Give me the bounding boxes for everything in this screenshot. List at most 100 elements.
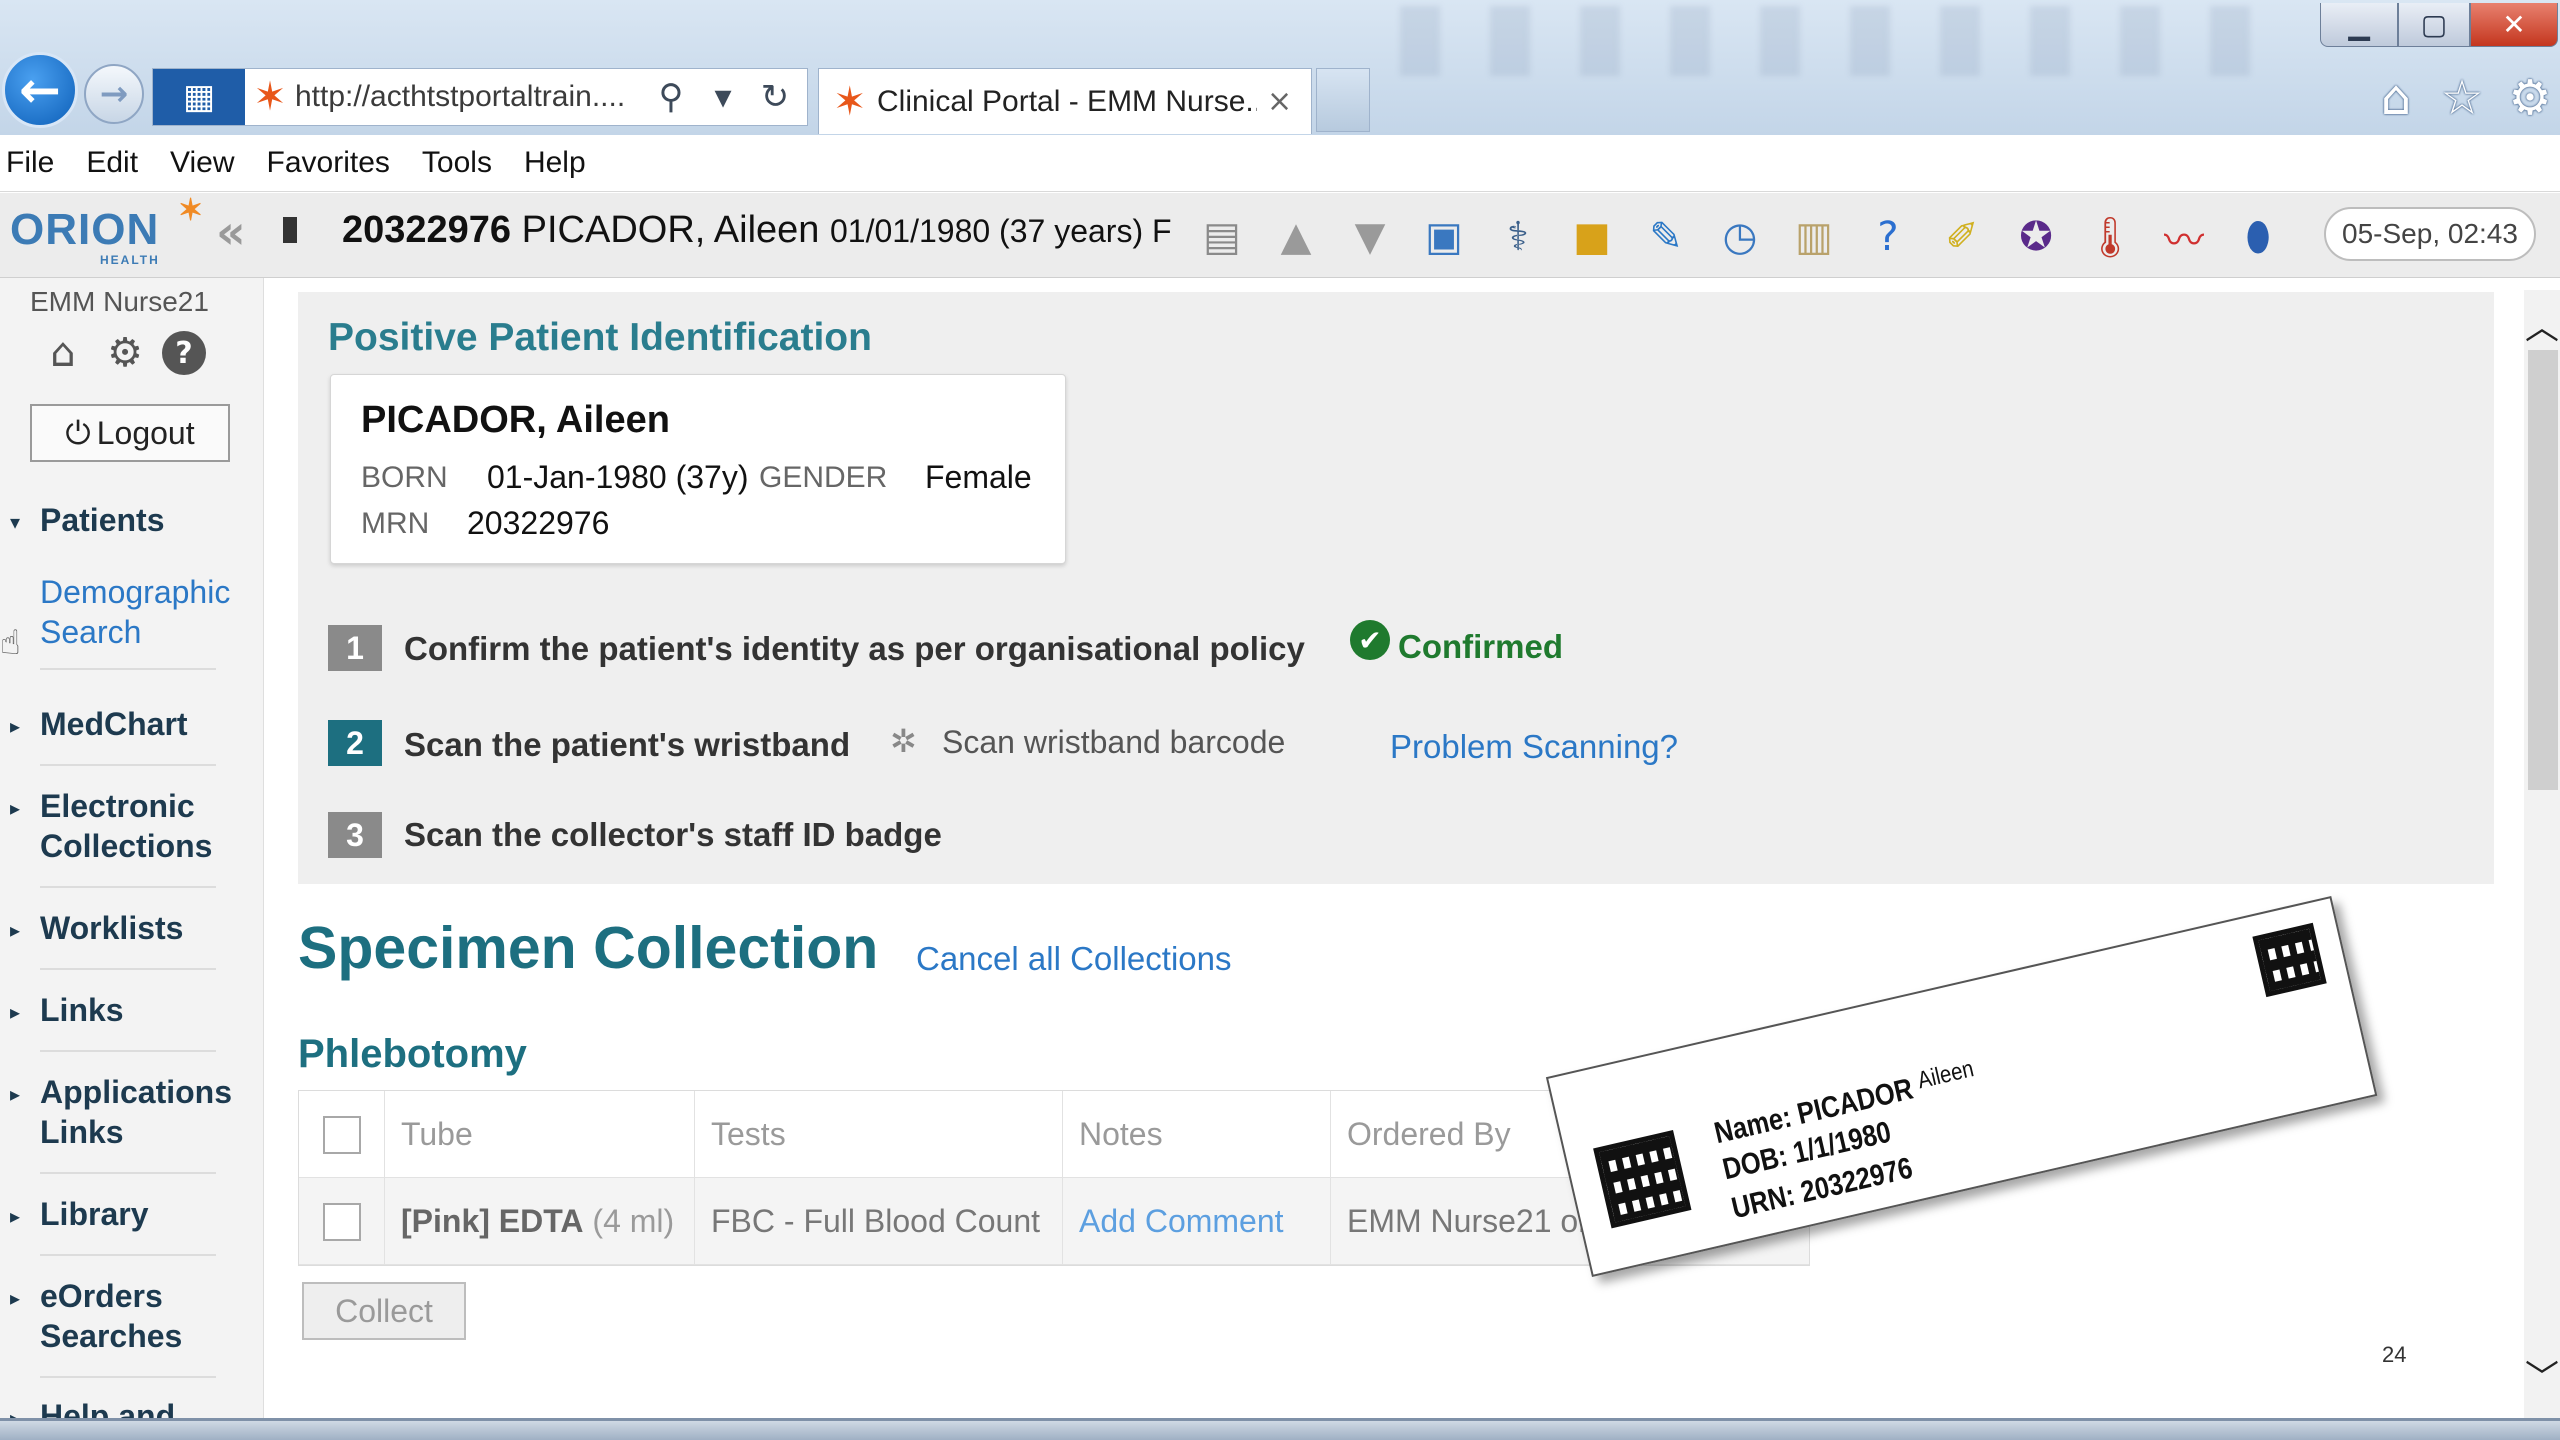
hand-pointer-icon: ☝: [0, 623, 21, 663]
spinner-icon: ✲: [890, 722, 917, 760]
slide-number: 24: [2382, 1342, 2407, 1367]
help-icon[interactable]: ?: [162, 331, 206, 375]
vertical-scrollbar[interactable]: ︿ ﹀: [2524, 290, 2560, 1420]
refresh-icon[interactable]: ↻: [749, 77, 801, 117]
app-header: ORION ✶ HEALTH « 20322976 PICADOR, Ailee…: [0, 193, 2560, 278]
sidebar-subitem-demographic-search[interactable]: Demographic Search: [40, 572, 240, 652]
specimen-collection-title: Specimen Collection: [298, 915, 879, 981]
medication-icon[interactable]: ⬮: [2230, 209, 2286, 265]
sidebar-item-label: Applications Links: [40, 1074, 233, 1150]
gender-value: Female: [925, 459, 1032, 495]
column-header-tube[interactable]: Tube: [385, 1091, 695, 1178]
divider: [40, 886, 216, 888]
caret-right-icon: ▸: [10, 796, 21, 820]
gear-icon[interactable]: ⚙: [2500, 68, 2560, 128]
maximize-window-button[interactable]: ▢: [2398, 3, 2470, 47]
caret-down-icon: ▾: [10, 510, 21, 534]
menu-file[interactable]: File: [6, 146, 54, 180]
address-dropdown-icon[interactable]: ▾: [697, 77, 749, 117]
stethoscope-icon[interactable]: ⚕: [1490, 209, 1546, 265]
caret-right-icon: ▸: [10, 1406, 21, 1418]
edit-note-icon[interactable]: ✐: [1934, 209, 1990, 265]
close-window-button[interactable]: ✕: [2470, 3, 2558, 47]
caret-right-icon: ▸: [10, 1082, 21, 1106]
divider: [40, 1172, 216, 1174]
datetime-badge: 05-Sep, 02:43: [2324, 207, 2536, 261]
sidebar-item-label: Electronic Collections: [40, 788, 213, 864]
caret-right-icon: ▸: [10, 1000, 21, 1024]
add-comment-link[interactable]: Add Comment: [1079, 1203, 1284, 1240]
menu-edit[interactable]: Edit: [86, 146, 138, 180]
browser-tab-clinical-portal[interactable]: ✶ Clinical Portal - EMM Nurse... ×: [818, 68, 1312, 134]
phlebotomy-heading: Phlebotomy: [298, 1032, 527, 1076]
caret-right-icon: ▸: [10, 1204, 21, 1228]
new-tab-button[interactable]: [1316, 68, 1370, 132]
step-2-number: 2: [328, 720, 382, 766]
folder-icon[interactable]: ■: [1564, 209, 1620, 265]
chart-icon[interactable]: 〰: [2156, 209, 2212, 265]
card-patient-name: PICADOR, Aileen: [361, 399, 670, 441]
patient-details-icon[interactable]: ▣: [1416, 209, 1472, 265]
notes-icon[interactable]: ▥: [1786, 209, 1842, 265]
sidebar-item-label: MedChart: [40, 706, 188, 742]
column-header-notes[interactable]: Notes: [1063, 1091, 1331, 1178]
pin-icon[interactable]: [283, 217, 297, 243]
address-bar[interactable]: ▦ ✶ http://acthtstportaltrain.... ⚲ ▾ ↻: [152, 68, 808, 126]
address-url[interactable]: http://acthtstportaltrain....: [295, 80, 645, 114]
collapse-sidebar-icon[interactable]: «: [216, 205, 246, 259]
menu-view[interactable]: View: [170, 146, 234, 180]
pen-icon[interactable]: ✎: [1638, 209, 1694, 265]
calendar-clock-icon[interactable]: ◷: [1712, 209, 1768, 265]
minimize-window-button[interactable]: ▁: [2320, 3, 2398, 47]
select-all-checkbox[interactable]: [323, 1115, 361, 1154]
caret-right-icon: ▸: [10, 1286, 21, 1310]
sidebar-item-label: Links: [40, 992, 124, 1028]
logout-button[interactable]: ⏻ Logout: [30, 404, 230, 462]
forward-button[interactable]: →: [84, 64, 144, 124]
current-user: EMM Nurse21: [30, 286, 209, 317]
divider: [40, 764, 216, 766]
up-arrow-icon[interactable]: ▲: [1268, 209, 1324, 265]
scroll-down-icon[interactable]: ﹀: [2524, 1350, 2560, 1398]
search-icon[interactable]: ⚲: [645, 77, 697, 117]
down-arrow-icon[interactable]: ▼: [1342, 209, 1398, 265]
gender-label: GENDER: [759, 461, 888, 494]
patient-banner[interactable]: 20322976 PICADOR, Aileen 01/01/1980 (37 …: [342, 209, 1172, 252]
row-select-cell: [299, 1178, 385, 1265]
ppi-title: Positive Patient Identification: [328, 316, 872, 359]
cancel-all-collections-link[interactable]: Cancel all Collections: [916, 940, 1231, 978]
power-icon: ⏻: [65, 413, 91, 452]
home-icon[interactable]: ⌂: [38, 328, 88, 378]
blurred-background: [1400, 6, 2300, 76]
browser-title-bar: ▁ ▢ ✕ ← → ▦ ✶ http://acthtstportaltrain.…: [0, 0, 2560, 135]
back-button[interactable]: ←: [2, 52, 78, 128]
step-1-number: 1: [328, 625, 382, 671]
row-checkbox[interactable]: [323, 1202, 361, 1241]
thermometer-icon[interactable]: 🌡: [2082, 209, 2138, 265]
caret-right-icon: ▸: [10, 714, 21, 738]
caret-right-icon: ▸: [10, 918, 21, 942]
menu-favorites[interactable]: Favorites: [267, 146, 390, 180]
scroll-up-icon[interactable]: ︿: [2524, 300, 2560, 348]
step-3-number: 3: [328, 812, 382, 858]
favorites-star-icon[interactable]: ☆: [2432, 68, 2492, 128]
home-icon[interactable]: ⌂: [2366, 68, 2426, 128]
v-badge-icon[interactable]: ✪: [2008, 209, 2064, 265]
logo-text: ORION: [10, 205, 160, 254]
collect-button[interactable]: Collect: [302, 1282, 466, 1340]
problem-scanning-link[interactable]: Problem Scanning?: [1390, 728, 1678, 766]
orion-health-logo[interactable]: ORION ✶ HEALTH: [10, 194, 203, 267]
id-card-icon[interactable]: ▤: [1194, 209, 1250, 265]
tab-close-icon[interactable]: ×: [1267, 84, 1292, 119]
menu-help[interactable]: Help: [524, 146, 586, 180]
scroll-thumb[interactable]: [2528, 350, 2558, 790]
site-building-icon: ▦: [153, 69, 245, 125]
column-header-tests[interactable]: Tests: [695, 1091, 1063, 1178]
menu-tools[interactable]: Tools: [422, 146, 492, 180]
banner-dob: 01/01/1980 (37 years) F: [830, 213, 1172, 249]
barcode-icon: [2252, 922, 2327, 998]
born-label: BORN: [361, 461, 448, 494]
help-icon[interactable]: ?: [1860, 209, 1916, 265]
ppi-panel: Positive Patient Identification PICADOR,…: [298, 292, 2494, 884]
gear-icon[interactable]: ⚙: [100, 328, 150, 378]
